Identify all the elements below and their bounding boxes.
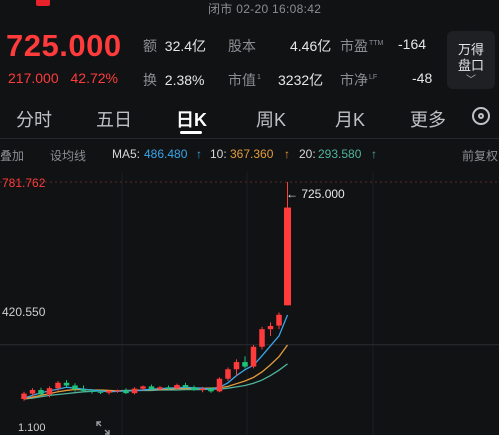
candle-body: [199, 388, 206, 390]
stat-turnover-rate-value: 2.38%: [164, 72, 205, 88]
chevron-down-icon: ﹀: [466, 75, 476, 86]
candle-body: [148, 386, 155, 390]
ma5-label: MA5:: [112, 147, 141, 161]
ma10-arrow: ↑: [284, 147, 290, 161]
candle-body: [106, 390, 112, 393]
axis-max-label: 781.762: [2, 176, 46, 190]
tab-daily-k[interactable]: 日K: [176, 106, 207, 132]
candle-body: [208, 388, 214, 392]
stat-pe-sup: TTM: [369, 40, 384, 48]
tab-weekly-k[interactable]: 周K: [256, 106, 286, 132]
candle-body: [46, 388, 53, 395]
candle-body: [89, 390, 95, 392]
grid-lines: [121, 172, 374, 435]
candle-body: [233, 362, 240, 370]
stat-mktcap: 市值1: [228, 70, 261, 90]
stat-shares: 股本: [228, 36, 256, 56]
stat-shares-value: 4.46亿: [290, 38, 332, 54]
ma20-arrow: ↑: [371, 147, 377, 161]
candle-body: [216, 378, 223, 392]
candle-body: [284, 207, 291, 306]
candle-body: [250, 346, 257, 367]
candle-body: [174, 385, 180, 389]
active-tab-indicator: [180, 131, 202, 134]
tabs-divider: [0, 138, 499, 139]
bottom-partial-label: 1.100: [18, 422, 46, 434]
stat-turnover: 额 32.4亿: [143, 36, 206, 56]
candle-body: [72, 385, 78, 390]
stat-turnover-label: 额: [143, 38, 157, 54]
stat-shares-label: 股本: [228, 38, 256, 54]
settings-icon[interactable]: [472, 107, 490, 125]
top-status-bar: 闭市 02-20 16:08:42: [0, 0, 499, 22]
adjust-mode-button[interactable]: 前复权: [462, 147, 498, 164]
candle-body: [182, 385, 189, 388]
stat-mktcap-label: 市值: [228, 72, 256, 88]
ma5-line: [23, 314, 289, 399]
stat-pb-label: 市净: [340, 72, 368, 88]
overlay-button[interactable]: 叠加: [0, 147, 24, 164]
tab-monthly-k[interactable]: 月K: [335, 106, 365, 132]
candle-body: [191, 387, 197, 390]
candle-body: [165, 387, 172, 389]
period-tabs: 分时 五日 日K 周K 月K 更多: [0, 98, 499, 138]
stat-pe-val: -164: [398, 36, 426, 52]
stat-pe-label: 市盈: [340, 38, 368, 54]
stat-mktcap-sup: 1: [257, 74, 261, 82]
ma20-label: 20:: [299, 147, 316, 161]
ma20-line: [23, 363, 288, 400]
axis-mid-label: 420.550: [2, 305, 46, 319]
stat-pb-value: -48: [412, 70, 433, 86]
stat-pb-sup: LF: [369, 74, 378, 82]
ma5-arrow: ↑: [196, 147, 202, 161]
candle-body: [114, 390, 121, 392]
ma10-label: 10:: [210, 147, 227, 161]
candle-body: [276, 314, 282, 326]
candle-body: [242, 362, 248, 367]
stat-turnover-value: 32.4亿: [164, 38, 207, 54]
last-price: 725.000: [6, 28, 122, 63]
candle-body: [29, 389, 36, 394]
candle-body: [97, 391, 104, 393]
candle-body: [131, 388, 138, 394]
ma10-line: [23, 344, 289, 400]
candle-body: [38, 389, 44, 395]
stat-pe: 市盈TTM: [340, 36, 383, 56]
stat-shares-val: 4.46亿: [290, 36, 331, 56]
candle-body: [21, 393, 27, 399]
candle-body: [259, 329, 265, 347]
set-ma-button[interactable]: 设均线: [50, 147, 86, 164]
stat-pb: 市净LF: [340, 70, 377, 90]
change-percent: 42.72%: [70, 70, 118, 86]
candlestick-chart[interactable]: [0, 172, 499, 435]
order-book-button[interactable]: 万得 盘口 ﹀: [447, 31, 495, 89]
stat-mktcap-value: 3232亿: [278, 72, 324, 88]
indicator-row: 叠加 设均线 MA5: 486.480 ↑ 10: 367.360 ↑ 20: …: [0, 145, 499, 165]
price-change: 217.000 42.72%: [8, 70, 126, 86]
stat-turnover-rate: 换 2.38%: [143, 70, 204, 90]
ma20-value: 293.580: [318, 147, 362, 161]
candle-body: [63, 382, 70, 386]
stat-pb-val: -48: [412, 70, 432, 86]
ma5-value: 486.480: [144, 147, 188, 161]
candle-body: [140, 386, 146, 389]
candle-body: [157, 387, 163, 390]
market-status-text: 闭市 02-20 16:08:42: [208, 2, 322, 16]
tab-more[interactable]: 更多: [410, 106, 446, 132]
candle-body: [267, 326, 274, 330]
stat-turnover-rate-label: 换: [143, 72, 157, 88]
tab-five-day[interactable]: 五日: [96, 106, 132, 132]
expand-icon[interactable]: [96, 421, 110, 435]
brand-logo-fragment: [36, 0, 50, 6]
candle-body: [123, 390, 129, 394]
candle-body: [55, 382, 61, 389]
candle-body: [225, 369, 231, 379]
candle-body: [80, 389, 87, 391]
stat-mktcap-val: 3232亿: [278, 70, 323, 90]
last-price-annotation: ← 725.000: [286, 187, 345, 201]
tab-intraday[interactable]: 分时: [16, 106, 52, 132]
stat-pe-value: -164: [398, 36, 427, 52]
change-amount: 217.000: [8, 70, 59, 86]
ma10-value: 367.360: [230, 147, 274, 161]
